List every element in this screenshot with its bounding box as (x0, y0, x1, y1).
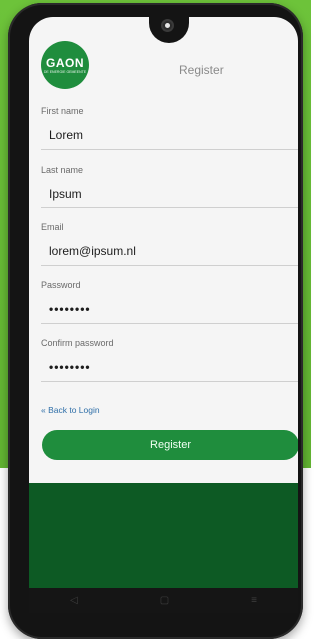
confirm-password-label: Confirm password (41, 338, 114, 348)
confirm-password-input[interactable]: •••••••• (49, 360, 91, 374)
app-screen: GAON DE ENERGIE GEMEENTE Register First … (29, 17, 298, 613)
email-underline (41, 265, 298, 266)
email-field: Email lorem@ipsum.nl (41, 222, 298, 266)
first-name-input[interactable]: Lorem (49, 128, 83, 142)
back-to-login-link[interactable]: « Back to Login (41, 405, 100, 415)
email-input[interactable]: lorem@ipsum.nl (49, 244, 136, 258)
logo: GAON DE ENERGIE GEMEENTE (41, 41, 89, 89)
camera-icon (163, 21, 172, 30)
password-field: Password •••••••• (41, 280, 298, 324)
phone-frame: GAON DE ENERGIE GEMEENTE Register First … (8, 3, 303, 639)
last-name-field: Last name Ipsum (41, 165, 298, 208)
register-button[interactable]: Register (42, 430, 298, 460)
page-title: Register (179, 63, 224, 77)
home-square-icon[interactable]: ▢ (160, 595, 169, 606)
first-name-field: First name Lorem (41, 106, 298, 150)
confirm-password-field: Confirm password •••••••• (41, 338, 298, 382)
password-input[interactable]: •••••••• (49, 302, 91, 316)
logo-text: GAON (46, 55, 84, 70)
confirm-password-underline (41, 381, 298, 382)
logo-subtext: DE ENERGIE GEMEENTE (43, 69, 87, 74)
last-name-label: Last name (41, 165, 84, 175)
menu-lines-icon[interactable]: ≡ (251, 595, 257, 606)
first-name-label: First name (41, 106, 84, 116)
back-triangle-icon[interactable]: ◁ (70, 595, 78, 606)
last-name-underline (41, 207, 298, 208)
last-name-input[interactable]: Ipsum (49, 187, 82, 201)
email-label: Email (41, 222, 64, 232)
password-label: Password (41, 280, 81, 290)
password-underline (41, 323, 298, 324)
first-name-underline (41, 149, 298, 150)
android-nav-bar: ◁ ▢ ≡ (29, 588, 298, 613)
